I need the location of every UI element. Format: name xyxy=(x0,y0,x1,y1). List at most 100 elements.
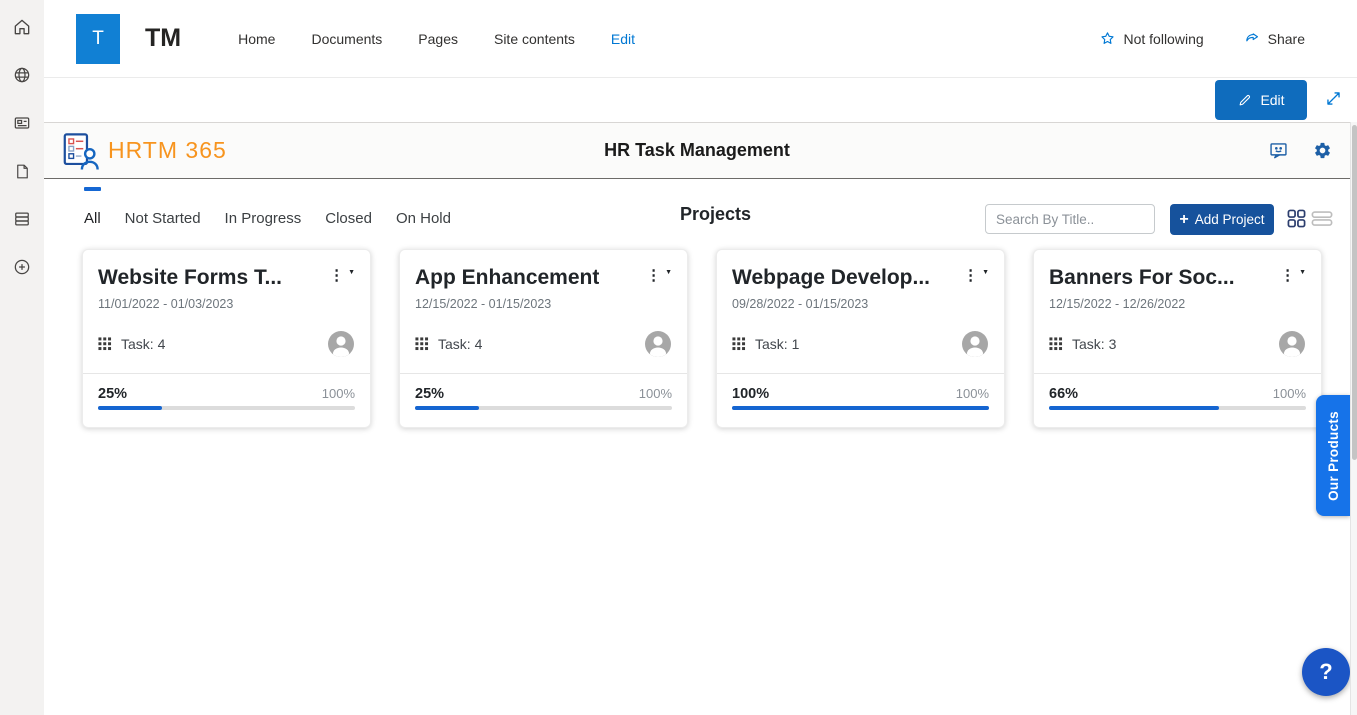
tab-closed[interactable]: Closed xyxy=(325,179,372,246)
pencil-icon xyxy=(1237,93,1252,108)
create-icon[interactable] xyxy=(0,243,44,291)
card-menu-button[interactable]: ⋮ ▼ xyxy=(1274,266,1306,285)
nav-item-pages[interactable]: Pages xyxy=(418,31,458,47)
caret-down-icon: ▼ xyxy=(665,269,672,276)
tab-on-hold[interactable]: On Hold xyxy=(396,179,451,246)
project-title: Webpage Develop... xyxy=(732,266,930,290)
star-icon xyxy=(1099,30,1116,47)
assignee-avatar[interactable] xyxy=(327,330,355,358)
expand-webpart-icon[interactable] xyxy=(1324,89,1343,111)
assignee-avatar[interactable] xyxy=(1278,330,1306,358)
projects-heading: Projects xyxy=(680,204,751,225)
kebab-icon: ⋮ xyxy=(1280,268,1295,285)
nav-item-edit[interactable]: Edit xyxy=(611,31,635,47)
hrtm-header-icons xyxy=(1268,140,1332,161)
grid-view-icon[interactable] xyxy=(1287,209,1306,233)
share-icon xyxy=(1244,30,1261,47)
hrtm-header: HRTM 365 HR Task Management xyxy=(44,123,1350,179)
project-cards: Website Forms T... ⋮ ▼ 11/01/2022 - 01/0… xyxy=(82,249,1322,428)
our-products-tab[interactable]: Our Products xyxy=(1316,395,1350,516)
progress-bar xyxy=(415,406,672,411)
pages-icon[interactable] xyxy=(0,147,44,195)
tab-all[interactable]: All xyxy=(84,179,101,246)
task-count: Task: 1 xyxy=(755,336,799,352)
task-grid-icon xyxy=(732,337,746,351)
divider xyxy=(400,373,687,374)
tab-not-started[interactable]: Not Started xyxy=(125,179,201,246)
card-menu-button[interactable]: ⋮ ▼ xyxy=(640,266,672,285)
progress-fill xyxy=(415,406,479,411)
task-grid-icon xyxy=(415,337,429,351)
kebab-icon: ⋮ xyxy=(646,268,661,285)
vertical-scrollbar[interactable] xyxy=(1350,122,1357,715)
site-header: T TM Home Documents Pages Site contents … xyxy=(44,0,1357,78)
edit-page-button[interactable]: Edit xyxy=(1215,80,1307,120)
site-title: TM xyxy=(145,24,181,53)
projects-toolbar: All Not Started In Progress Closed On Ho… xyxy=(44,179,1350,246)
task-count: Task: 4 xyxy=(438,336,482,352)
nav-item-site-contents[interactable]: Site contents xyxy=(494,31,575,47)
progress-fill xyxy=(732,406,989,411)
hrtm-logo-icon xyxy=(62,132,99,170)
settings-gear-icon[interactable] xyxy=(1313,141,1332,160)
project-card[interactable]: Banners For Soc... ⋮ ▼ 12/15/2022 - 12/2… xyxy=(1033,249,1322,428)
hrtm-app: HRTM 365 HR Task Management All Not Star… xyxy=(44,122,1350,715)
assignee-avatar[interactable] xyxy=(961,330,989,358)
status-filter-tabs: All Not Started In Progress Closed On Ho… xyxy=(84,179,451,246)
divider xyxy=(1034,373,1321,374)
project-card[interactable]: Website Forms T... ⋮ ▼ 11/01/2022 - 01/0… xyxy=(82,249,371,428)
task-grid-icon xyxy=(1049,337,1063,351)
project-dates: 12/15/2022 - 12/26/2022 xyxy=(1049,297,1306,311)
project-title: App Enhancement xyxy=(415,266,599,290)
globe-icon[interactable] xyxy=(0,51,44,99)
project-card[interactable]: App Enhancement ⋮ ▼ 12/15/2022 - 01/15/2… xyxy=(399,249,688,428)
nav-item-home[interactable]: Home xyxy=(238,31,275,47)
share-label: Share xyxy=(1268,31,1305,47)
project-dates: 11/01/2022 - 01/03/2023 xyxy=(98,297,355,311)
plus-icon: + xyxy=(1179,212,1188,228)
follow-button[interactable]: Not following xyxy=(1099,30,1203,47)
share-button[interactable]: Share xyxy=(1244,30,1305,47)
hrtm-brand-name: HRTM 365 xyxy=(108,137,227,164)
hrtm-brand[interactable]: HRTM 365 xyxy=(62,132,227,170)
caret-down-icon: ▼ xyxy=(348,269,355,276)
search-input[interactable] xyxy=(985,204,1155,234)
progress-bar xyxy=(1049,406,1306,411)
our-products-label: Our Products xyxy=(1326,411,1341,501)
progress-max: 100% xyxy=(956,386,989,401)
feedback-icon[interactable] xyxy=(1268,140,1289,161)
list-view-icon[interactable] xyxy=(1311,209,1333,233)
card-menu-button[interactable]: ⋮ ▼ xyxy=(323,266,355,285)
assignee-avatar[interactable] xyxy=(644,330,672,358)
news-icon[interactable] xyxy=(0,99,44,147)
home-icon[interactable] xyxy=(0,3,44,51)
kebab-icon: ⋮ xyxy=(963,268,978,285)
kebab-icon: ⋮ xyxy=(329,268,344,285)
caret-down-icon: ▼ xyxy=(982,269,989,276)
card-menu-button[interactable]: ⋮ ▼ xyxy=(957,266,989,285)
project-dates: 12/15/2022 - 01/15/2023 xyxy=(415,297,672,311)
project-dates: 09/28/2022 - 01/15/2023 xyxy=(732,297,989,311)
help-button[interactable]: ? xyxy=(1302,648,1350,696)
scrollbar-thumb[interactable] xyxy=(1352,125,1357,460)
app-title: HR Task Management xyxy=(44,140,1350,161)
project-title: Banners For Soc... xyxy=(1049,266,1235,290)
add-project-button[interactable]: + Add Project xyxy=(1170,204,1274,235)
app-rail xyxy=(0,0,44,715)
lists-icon[interactable] xyxy=(0,195,44,243)
progress-max: 100% xyxy=(639,386,672,401)
progress-percent: 100% xyxy=(732,386,769,402)
progress-bar xyxy=(98,406,355,411)
nav-item-documents[interactable]: Documents xyxy=(311,31,382,47)
edit-page-label: Edit xyxy=(1260,92,1284,108)
project-title: Website Forms T... xyxy=(98,266,282,290)
site-logo[interactable]: T xyxy=(76,14,120,64)
add-project-label: Add Project xyxy=(1195,212,1265,227)
tab-in-progress[interactable]: In Progress xyxy=(225,179,302,246)
progress-max: 100% xyxy=(1273,386,1306,401)
site-nav: Home Documents Pages Site contents Edit xyxy=(238,31,635,47)
follow-label: Not following xyxy=(1123,31,1203,47)
command-bar: Edit xyxy=(44,78,1357,122)
project-card[interactable]: Webpage Develop... ⋮ ▼ 09/28/2022 - 01/1… xyxy=(716,249,1005,428)
progress-percent: 25% xyxy=(415,386,444,402)
